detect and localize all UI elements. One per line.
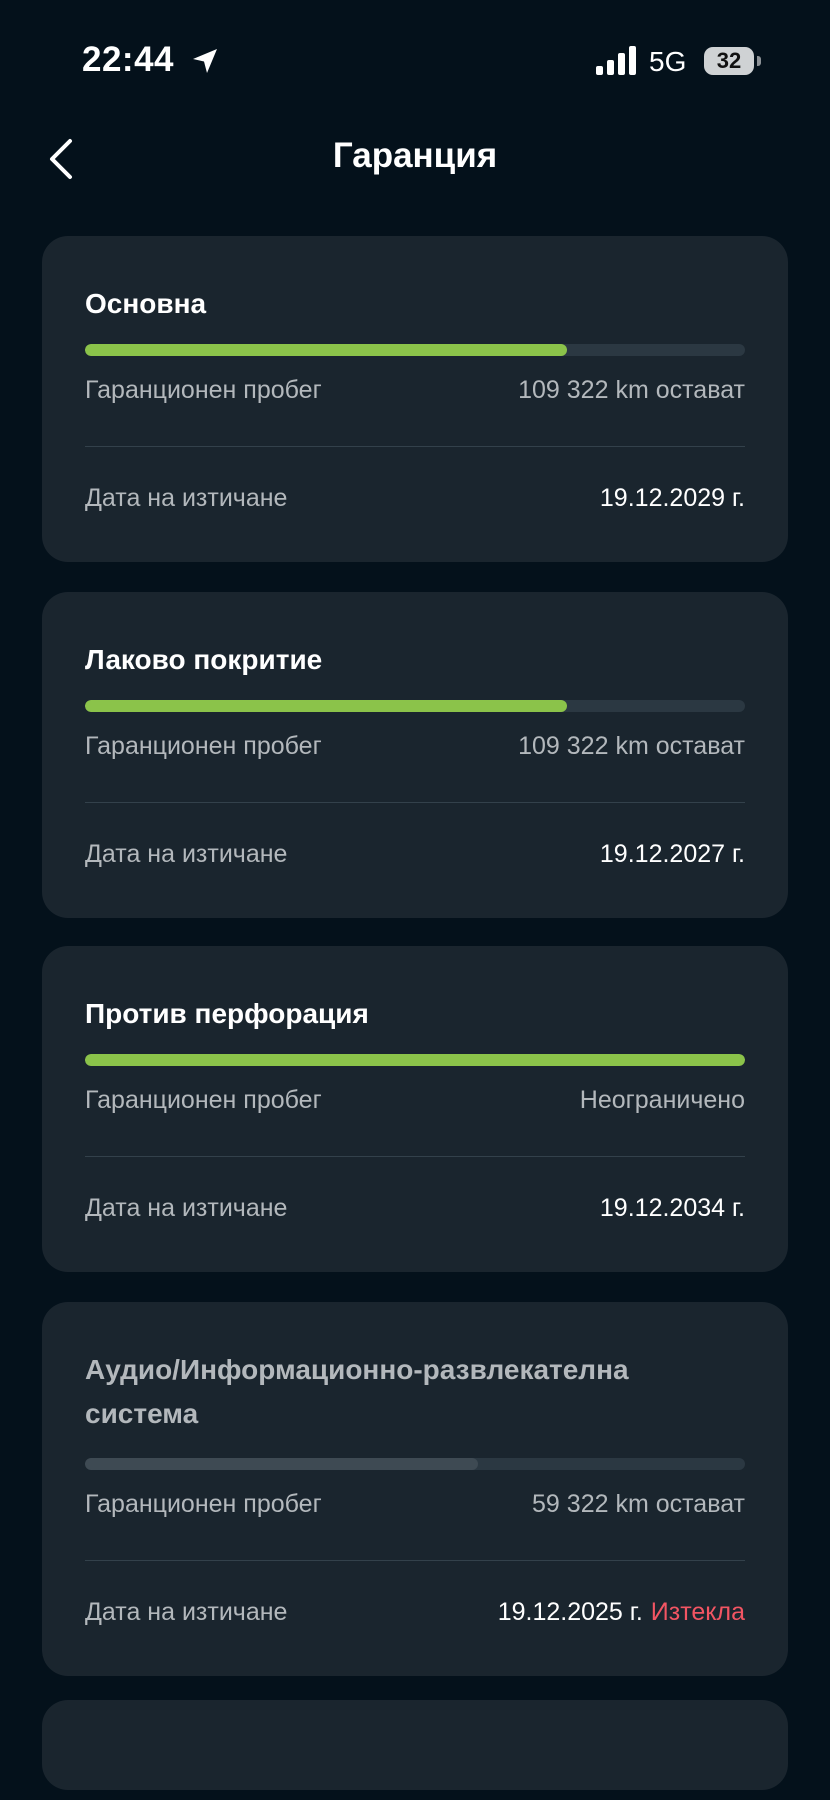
warranty-card-infotainment[interactable]: Аудио/Информационно-развлекателна систем… [42,1302,788,1676]
battery-cap [757,56,761,66]
expiry-row: Дата на изтичане 19.12.2034 г. [85,1188,745,1228]
network-type: 5G [649,46,687,77]
mileage-value: 59 322 km остават [532,1490,745,1518]
warranty-card-basic[interactable]: Основна Гаранционен пробег 109 322 km ос… [42,236,788,562]
mileage-value: Неограничено [579,1086,745,1114]
mileage-value: 109 322 km остават [518,732,745,760]
warranty-card-next[interactable] [42,1700,788,1790]
warranty-title: Против перфорация [85,998,369,1029]
header: Гаранция [0,120,830,200]
expiry-value-group: 19.12.2025 г. Изтекла [498,1592,745,1632]
mileage-row: Гаранционен пробег 109 322 km остават [85,726,745,766]
divider [85,802,745,803]
mileage-row: Гаранционен пробег 109 322 km остават [85,370,745,410]
warranty-progress-fill [85,700,567,712]
mileage-row: Гаранционен пробег Неограничено [85,1080,745,1120]
warranty-title: Аудио/Информационно-развлекателна систем… [85,1354,629,1429]
warranty-card-paint[interactable]: Лаково покритие Гаранционен пробег 109 3… [42,592,788,918]
warranty-progress-bar [85,344,745,356]
expired-status: Изтекла [650,1598,745,1626]
expiry-label: Дата на изтичане [85,1598,288,1626]
mileage-value: 109 322 km остават [518,376,745,404]
mileage-label: Гаранционен пробег [85,1086,322,1114]
expiry-value: 19.12.2025 г. [497,1598,643,1626]
expiry-label: Дата на изтичане [85,840,288,868]
mileage-label: Гаранционен пробег [85,376,322,404]
page-title: Гаранция [332,136,498,175]
expiry-row: Дата на изтичане 19.12.2029 г. [85,478,745,518]
warranty-progress-fill [85,1458,478,1470]
warranty-title: Лаково покритие [85,644,323,675]
warranty-progress-fill [85,344,567,356]
expiry-value: 19.12.2034 г. [599,1194,745,1222]
warranty-progress-bar [85,700,745,712]
expiry-value: 19.12.2029 г. [599,484,745,512]
location-arrow-icon [193,49,217,73]
status-bar: 22:44 5G 32 [0,0,830,120]
mileage-label: Гаранционен пробег [85,732,322,760]
mileage-row: Гаранционен пробег 59 322 km остават [85,1484,745,1524]
warranty-title: Основна [85,288,207,319]
warranty-progress-fill [85,1054,745,1066]
warranty-progress-bar [85,1458,745,1470]
battery-icon: 32 [704,47,754,75]
status-time: 22:44 [82,40,175,79]
warranty-card-perforation[interactable]: Против перфорация Гаранционен пробег Нео… [42,946,788,1272]
mileage-label: Гаранционен пробег [85,1490,322,1518]
divider [85,1156,745,1157]
expiry-value: 19.12.2027 г. [599,840,745,868]
expiry-row: Дата на изтичане 19.12.2027 г. [85,834,745,874]
expiry-row: Дата на изтичане 19.12.2025 г. Изтекла [85,1592,745,1632]
expiry-label: Дата на изтичане [85,1194,288,1222]
expiry-label: Дата на изтичане [85,484,288,512]
cellular-signal-icon [596,46,636,75]
warranty-progress-bar [85,1054,745,1066]
divider [85,1560,745,1561]
divider [85,446,745,447]
battery-level: 32 [716,48,742,73]
